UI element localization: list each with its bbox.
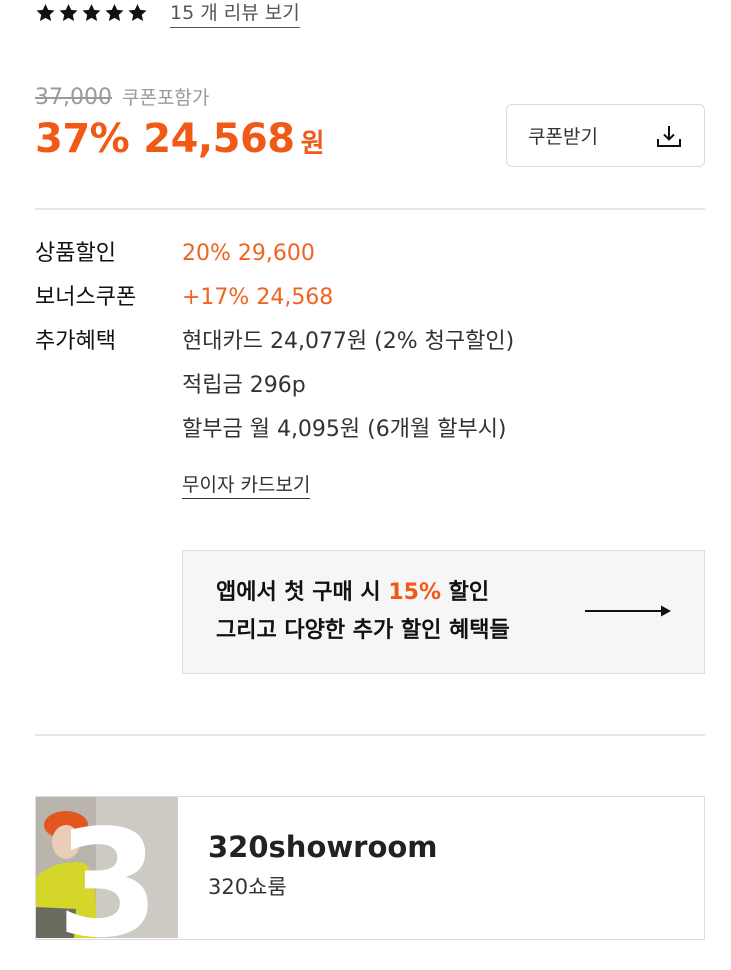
shop-name: 320showroom bbox=[208, 830, 438, 864]
star-icon bbox=[36, 4, 55, 22]
coupon-button-label: 쿠폰받기 bbox=[528, 126, 598, 148]
download-coupon-button[interactable]: 쿠폰받기 bbox=[506, 104, 705, 167]
divider bbox=[35, 734, 705, 736]
shop-thumbnail: 3 bbox=[36, 797, 178, 938]
shop-thumbnail-image: 3 bbox=[36, 797, 178, 938]
final-price-row: 37% 24,568 원 bbox=[35, 116, 325, 162]
rating-stars bbox=[35, 2, 148, 24]
shop-card[interactable]: 3 320showroom 320쇼룸 bbox=[35, 796, 705, 940]
star-icon bbox=[105, 4, 124, 22]
final-price: 24,568 bbox=[143, 116, 295, 162]
no-interest-card-link[interactable]: 무이자 카드보기 bbox=[182, 472, 311, 499]
bonus-coupon-label: 보너스쿠폰 bbox=[35, 285, 137, 310]
arrow-right-icon bbox=[585, 605, 671, 617]
installment-benefit: 할부금 월 4,095원 (6개월 할부시) bbox=[182, 417, 507, 442]
price-unit: 원 bbox=[300, 129, 325, 159]
product-discount-label: 상품할인 bbox=[35, 241, 116, 266]
shop-subtitle: 320쇼룸 bbox=[208, 875, 287, 899]
star-icon bbox=[82, 4, 101, 22]
star-icon bbox=[128, 4, 147, 22]
app-promo-prefix: 앱에서 첫 구매 시 bbox=[216, 580, 389, 605]
app-promo-line1: 앱에서 첫 구매 시 15% 할인 bbox=[216, 578, 489, 608]
product-discount-value: 20% 29,600 bbox=[182, 241, 315, 266]
app-promo-suffix: 할인 bbox=[441, 580, 490, 605]
app-promo-highlight: 15% bbox=[388, 580, 441, 605]
divider bbox=[35, 208, 705, 210]
review-count-link[interactable]: 15 개 리뷰 보기 bbox=[170, 0, 300, 28]
original-price-row: 37,000 쿠폰포함가 bbox=[35, 83, 209, 110]
card-discount-benefit: 현대카드 24,077원 (2% 청구할인) bbox=[182, 329, 515, 354]
discount-rate: 37% bbox=[35, 116, 130, 162]
bonus-coupon-value: +17% 24,568 bbox=[182, 285, 334, 310]
extra-benefits-label: 추가혜택 bbox=[35, 329, 116, 354]
original-price-note: 쿠폰포함가 bbox=[121, 87, 210, 109]
download-icon bbox=[657, 125, 681, 147]
app-promo-banner[interactable]: 앱에서 첫 구매 시 15% 할인 그리고 다양한 추가 할인 혜택들 bbox=[182, 550, 705, 674]
shop-thumbnail-numeral: 3 bbox=[57, 798, 160, 938]
star-icon bbox=[59, 4, 78, 22]
points-benefit: 적립금 296p bbox=[182, 373, 306, 398]
original-price: 37,000 bbox=[35, 85, 112, 110]
app-promo-line2: 그리고 다양한 추가 할인 혜택들 bbox=[216, 618, 510, 643]
